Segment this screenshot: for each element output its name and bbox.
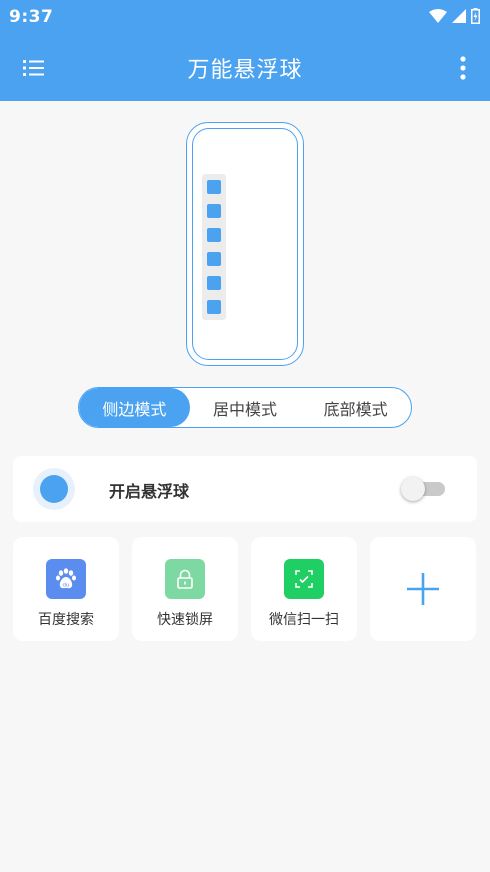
- status-icons: [429, 8, 480, 24]
- wifi-icon: [429, 9, 447, 23]
- float-ball-label: 开启悬浮球: [109, 482, 190, 501]
- more-options-button[interactable]: [456, 54, 470, 82]
- page-title: 万能悬浮球: [187, 58, 303, 83]
- battery-icon: [471, 8, 480, 24]
- mode-preview-phone: [186, 122, 304, 366]
- more-vertical-icon: [460, 56, 466, 80]
- mode-selector: 侧边模式 居中模式 底部模式: [78, 387, 412, 428]
- phone-screen: [192, 128, 298, 360]
- status-bar: 9:37: [0, 0, 490, 34]
- float-ball-card: 开启悬浮球: [13, 456, 477, 522]
- switch-knob: [401, 477, 425, 501]
- side-dot: [207, 180, 221, 194]
- app-header: 9:37 万能悬浮球: [0, 0, 490, 101]
- shortcut-quick-lock[interactable]: 快速锁屏: [132, 537, 238, 641]
- shortcut-wechat-scan[interactable]: 微信扫一扫: [251, 537, 357, 641]
- svg-text:du: du: [63, 583, 70, 589]
- lock-icon: [165, 559, 205, 599]
- plus-icon: [407, 573, 439, 605]
- status-time: 9:37: [9, 7, 54, 27]
- tab-side-mode[interactable]: 侧边模式: [79, 388, 190, 427]
- float-ball-switch[interactable]: [401, 477, 445, 501]
- shortcut-label: 微信扫一扫: [269, 612, 339, 628]
- shortcut-label: 百度搜索: [38, 612, 94, 628]
- baidu-paw-icon: du: [46, 559, 86, 599]
- add-shortcut-button[interactable]: [370, 537, 476, 641]
- side-dot: [207, 228, 221, 242]
- float-ball-icon: [33, 468, 75, 510]
- toolbar: 万能悬浮球: [0, 34, 490, 101]
- tab-bottom-mode[interactable]: 底部模式: [300, 388, 411, 427]
- tab-center-mode[interactable]: 居中模式: [190, 388, 301, 427]
- side-menu-preview: [202, 174, 226, 320]
- shortcut-baidu-search[interactable]: du 百度搜索: [13, 537, 119, 641]
- side-dot: [207, 252, 221, 266]
- wechat-scan-icon: [284, 559, 324, 599]
- side-dot: [207, 204, 221, 218]
- side-dot: [207, 276, 221, 290]
- shortcut-label: 快速锁屏: [157, 612, 213, 628]
- side-dot: [207, 300, 221, 314]
- signal-icon: [452, 9, 466, 23]
